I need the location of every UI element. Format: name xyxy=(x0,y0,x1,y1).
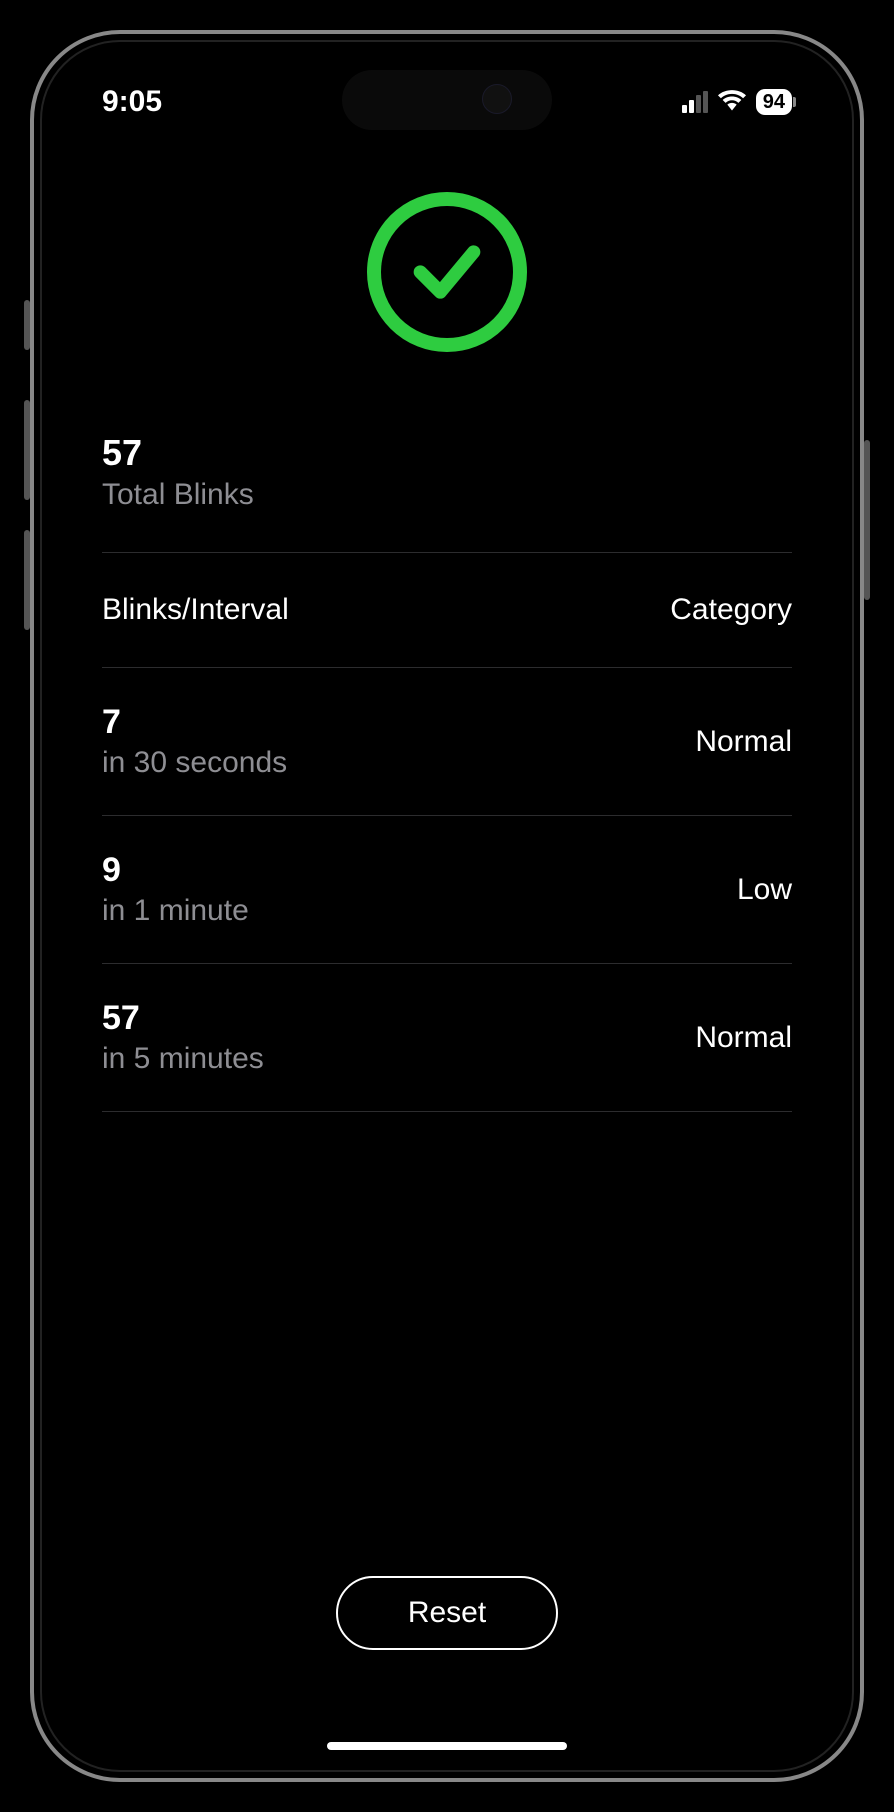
battery-percent: 94 xyxy=(763,91,785,114)
row-interval: in 30 seconds xyxy=(102,746,287,780)
reset-container: Reset xyxy=(42,1576,852,1650)
total-blinks-section: 57 Total Blinks xyxy=(102,432,792,552)
header-blinks-interval: Blinks/Interval xyxy=(102,593,289,627)
row-category: Low xyxy=(737,873,792,907)
total-blinks-value: 57 xyxy=(102,432,792,474)
row-interval: in 1 minute xyxy=(102,894,249,928)
row-value: 9 xyxy=(102,851,249,890)
status-bar: 9:05 94 xyxy=(42,72,852,132)
header-category: Category xyxy=(670,593,792,627)
table-row: 9 in 1 minute Low xyxy=(102,816,792,963)
table-row: 57 in 5 minutes Normal xyxy=(102,964,792,1111)
checkmark-circle-icon xyxy=(367,192,527,352)
row-value: 57 xyxy=(102,999,264,1038)
status-indicators: 94 xyxy=(682,89,792,116)
success-indicator xyxy=(102,182,792,432)
divider xyxy=(102,1111,792,1112)
row-category: Normal xyxy=(695,725,792,759)
content-area: 57 Total Blinks Blinks/Interval Category… xyxy=(42,182,852,1770)
battery-indicator: 94 xyxy=(756,89,792,115)
row-value: 7 xyxy=(102,703,287,742)
reset-button[interactable]: Reset xyxy=(336,1576,558,1650)
table-header: Blinks/Interval Category xyxy=(102,553,792,667)
phone-screen: 9:05 94 xyxy=(40,40,854,1772)
table-row: 7 in 30 seconds Normal xyxy=(102,668,792,815)
power-button xyxy=(864,440,870,600)
row-category: Normal xyxy=(695,1021,792,1055)
wifi-icon xyxy=(718,89,746,116)
status-time: 9:05 xyxy=(102,85,162,119)
row-interval: in 5 minutes xyxy=(102,1042,264,1076)
home-indicator[interactable] xyxy=(327,1742,567,1750)
cellular-signal-icon xyxy=(682,91,708,113)
total-blinks-label: Total Blinks xyxy=(102,478,792,512)
phone-frame: 9:05 94 xyxy=(30,30,864,1782)
